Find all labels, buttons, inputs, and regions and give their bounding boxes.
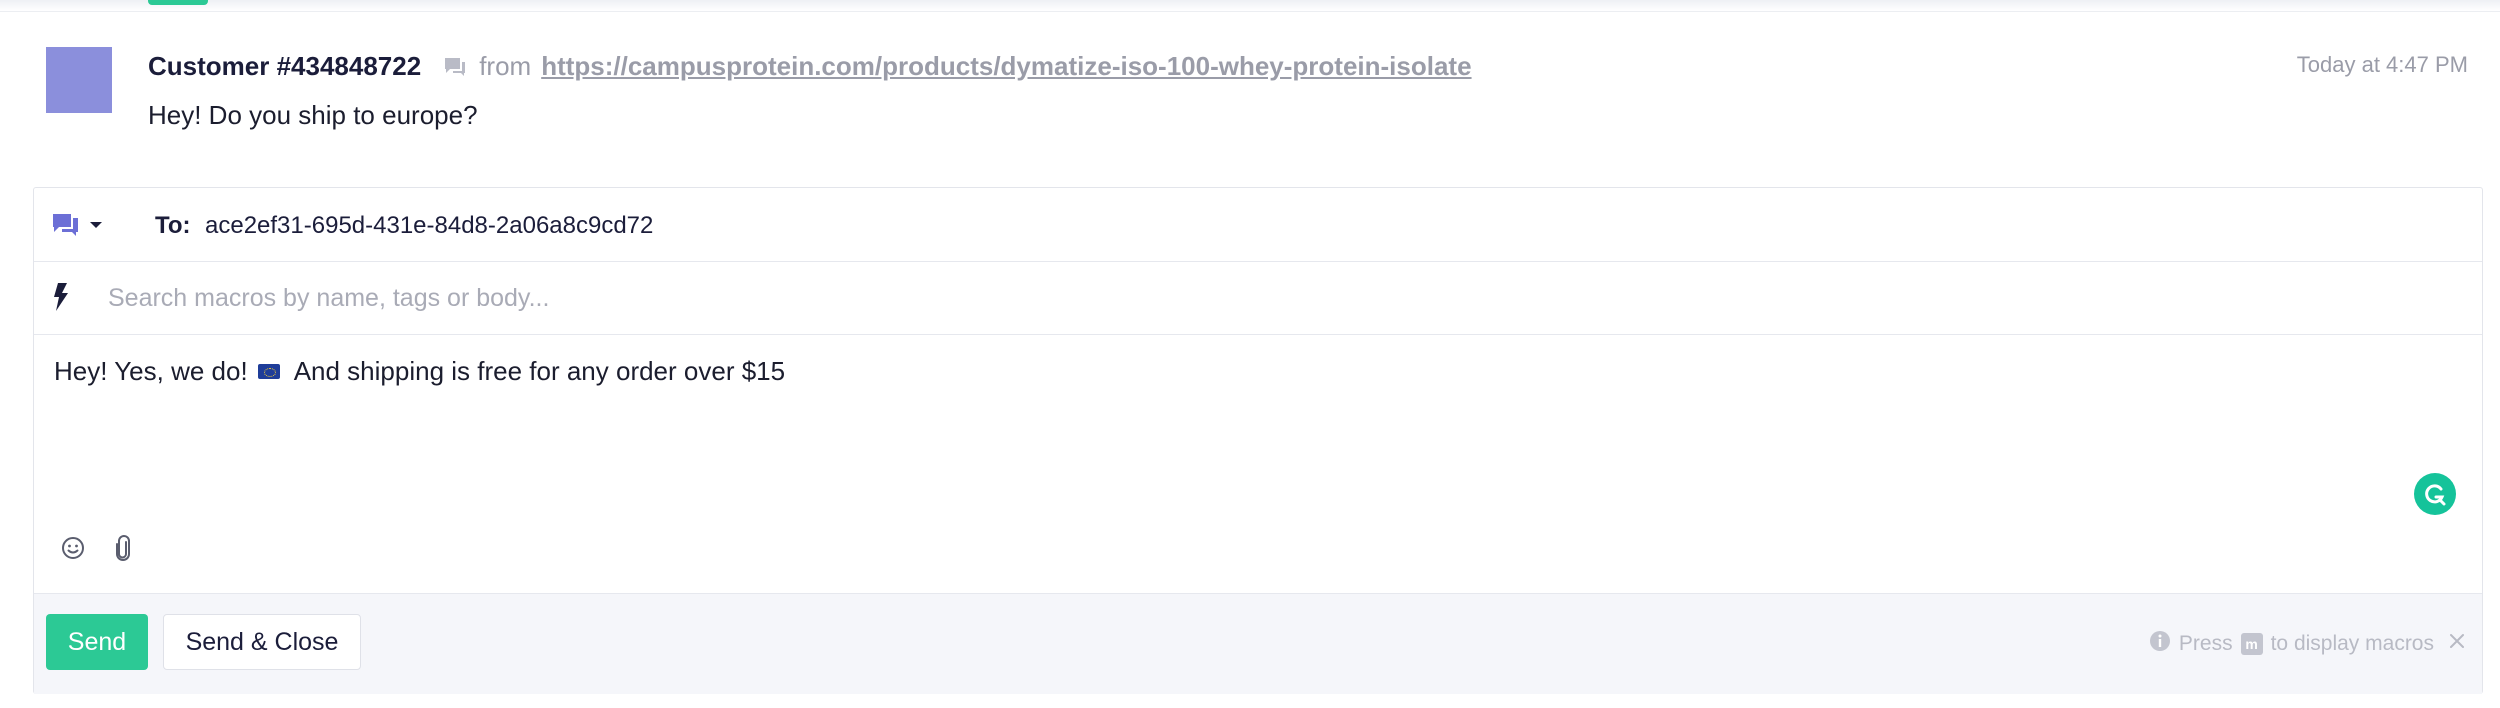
message-timestamp: Today at 4:47 PM [2296, 52, 2468, 77]
from-label: from [479, 50, 532, 81]
recipient-row: To: ace2ef31-695d-431e-84d8-2a06a8c9cd72 [34, 188, 2482, 262]
chevron-down-icon [89, 220, 103, 230]
reply-text[interactable]: Hey! Yes, we do! And shipping is free fo… [54, 356, 785, 387]
top-divider [0, 0, 2500, 12]
recipient-value[interactable]: ace2ef31-695d-431e-84d8-2a06a8c9cd72 [205, 212, 653, 240]
channel-selector[interactable] [51, 210, 103, 240]
chat-icon [443, 54, 469, 78]
customer-name[interactable]: Customer #434848722 [148, 51, 421, 82]
smiley-icon[interactable] [60, 535, 86, 566]
lightning-bolt-icon [52, 282, 70, 317]
grammarly-icon[interactable] [2414, 473, 2456, 515]
reply-editor[interactable]: Hey! Yes, we do! And shipping is free fo… [34, 335, 2482, 593]
to-label: To: [155, 212, 191, 239]
reply-composer: To: ace2ef31-695d-431e-84d8-2a06a8c9cd72… [33, 187, 2483, 694]
chat-bubbles-icon [51, 211, 81, 239]
customer-avatar [46, 47, 112, 113]
hint-prefix: Press [2178, 632, 2233, 655]
reply-text-part1: Hey! Yes, we do! [54, 356, 248, 386]
hint-suffix: to display macros [2270, 632, 2434, 655]
macro-search-row [34, 262, 2482, 335]
source-url-link[interactable]: https://campusprotein.com/products/dymat… [541, 51, 1471, 82]
close-icon[interactable] [2448, 632, 2466, 656]
info-icon [2149, 630, 2171, 658]
composer-footer: Send Send & Close Press m to display mac… [34, 593, 2482, 694]
send-and-close-button[interactable]: Send & Close [163, 614, 361, 670]
top-tab-indicator [148, 0, 208, 5]
macro-hint: Press m to display macros [2149, 630, 2466, 658]
hint-key: m [2240, 633, 2263, 655]
send-button[interactable]: Send [46, 614, 148, 670]
reply-text-part2: And shipping is free for any order over … [293, 356, 786, 386]
message-body: Hey! Do you ship to europe? [148, 100, 478, 130]
message-header: Customer #434848722 from https://campusp… [148, 50, 1472, 82]
eu-flag-emoji [257, 364, 280, 379]
paperclip-icon[interactable] [112, 535, 134, 568]
macro-search-input[interactable] [108, 280, 1708, 316]
